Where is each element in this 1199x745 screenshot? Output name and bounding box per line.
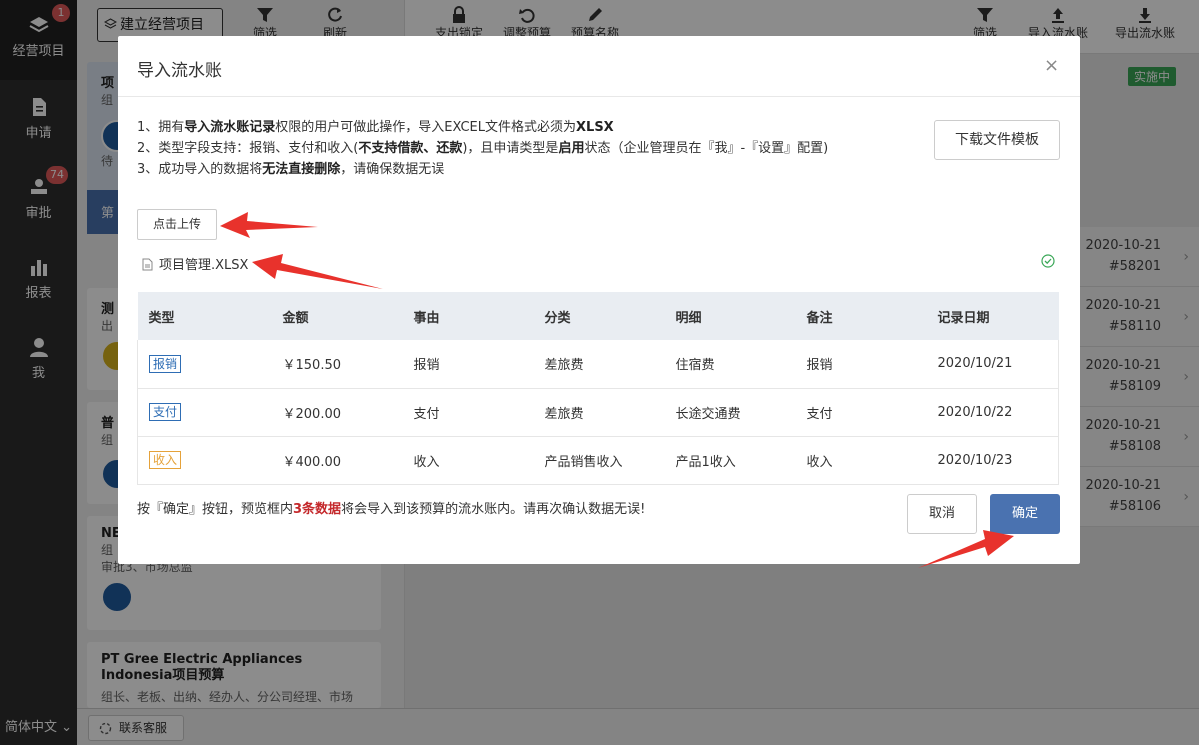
download-template-button[interactable]: 下载文件模板 — [934, 120, 1060, 160]
uploaded-file: 项目管理.XLSX — [142, 254, 248, 273]
instruction-line: 1、拥有导入流水账记录权限的用户可做此操作，导入EXCEL文件格式必须为XLSX — [137, 120, 614, 135]
remark-cell: 支付 — [795, 388, 927, 437]
reason-cell: 收入 — [402, 436, 534, 485]
import-ledger-dialog: 导入流水账 × 1、拥有导入流水账记录权限的用户可做此操作，导入EXCEL文件格… — [118, 36, 1080, 564]
table-header-row: 类型 金额 事由 分类 明细 备注 记录日期 — [137, 292, 1059, 340]
table-row: 收入 ￥400.00 收入 产品销售收入 产品1收入 收入 2020/10/23 — [137, 436, 1059, 485]
date-cell: 2020/10/21 — [926, 340, 1059, 389]
category-cell: 差旅费 — [533, 340, 665, 389]
remark-cell: 收入 — [795, 436, 927, 485]
import-instructions: 1、拥有导入流水账记录权限的用户可做此操作，导入EXCEL文件格式必须为XLSX… — [137, 117, 828, 180]
column-header: 分类 — [533, 292, 665, 340]
dialog-title: 导入流水账 — [137, 61, 222, 81]
instruction-line: 3、成功导入的数据将无法直接删除，请确保数据无误 — [137, 162, 445, 177]
column-header: 类型 — [137, 292, 272, 340]
confirm-hint: 按『确定』按钮，预览框内3条数据将会导入到该预算的流水账内。请再次确认数据无误! — [137, 502, 646, 517]
date-cell: 2020/10/23 — [926, 436, 1059, 485]
upload-button[interactable]: 点击上传 — [137, 209, 217, 240]
category-cell: 产品销售收入 — [533, 436, 665, 485]
amount-cell: ￥400.00 — [271, 436, 403, 485]
file-name: 项目管理.XLSX — [159, 258, 249, 273]
remark-cell: 报销 — [795, 340, 927, 389]
table-row: 支付 ￥200.00 支付 差旅费 长途交通费 支付 2020/10/22 — [137, 388, 1059, 437]
cancel-button[interactable]: 取消 — [907, 494, 977, 534]
table-row: 报销 ￥150.50 报销 差旅费 住宿费 报销 2020/10/21 — [137, 340, 1059, 389]
category-cell: 差旅费 — [533, 388, 665, 437]
type-tag: 收入 — [149, 451, 182, 469]
detail-cell: 住宿费 — [664, 340, 796, 389]
preview-table: 类型 金额 事由 分类 明细 备注 记录日期 报销 ￥150.50 报销 差旅费… — [137, 292, 1059, 485]
confirm-button[interactable]: 确定 — [990, 494, 1060, 534]
column-header: 明细 — [664, 292, 796, 340]
amount-cell: ￥150.50 — [271, 340, 403, 389]
type-tag: 报销 — [149, 354, 182, 373]
column-header: 备注 — [795, 292, 927, 340]
amount-cell: ￥200.00 — [271, 388, 403, 437]
instruction-line: 2、类型字段支持：报销、支付和收入(不支持借款、还款)，且申请类型是启用状态（企… — [137, 141, 829, 156]
reason-cell: 报销 — [402, 340, 534, 389]
detail-cell: 产品1收入 — [664, 436, 796, 485]
column-header: 事由 — [402, 292, 534, 340]
type-tag: 支付 — [149, 403, 182, 421]
divider — [118, 96, 1080, 97]
check-circle-icon — [1041, 254, 1055, 268]
date-cell: 2020/10/22 — [926, 388, 1059, 437]
reason-cell: 支付 — [402, 388, 534, 437]
column-header: 金额 — [271, 292, 403, 340]
detail-cell: 长途交通费 — [664, 388, 796, 437]
file-icon — [142, 258, 153, 271]
column-header: 记录日期 — [926, 292, 1059, 340]
close-icon[interactable]: × — [1044, 55, 1059, 76]
